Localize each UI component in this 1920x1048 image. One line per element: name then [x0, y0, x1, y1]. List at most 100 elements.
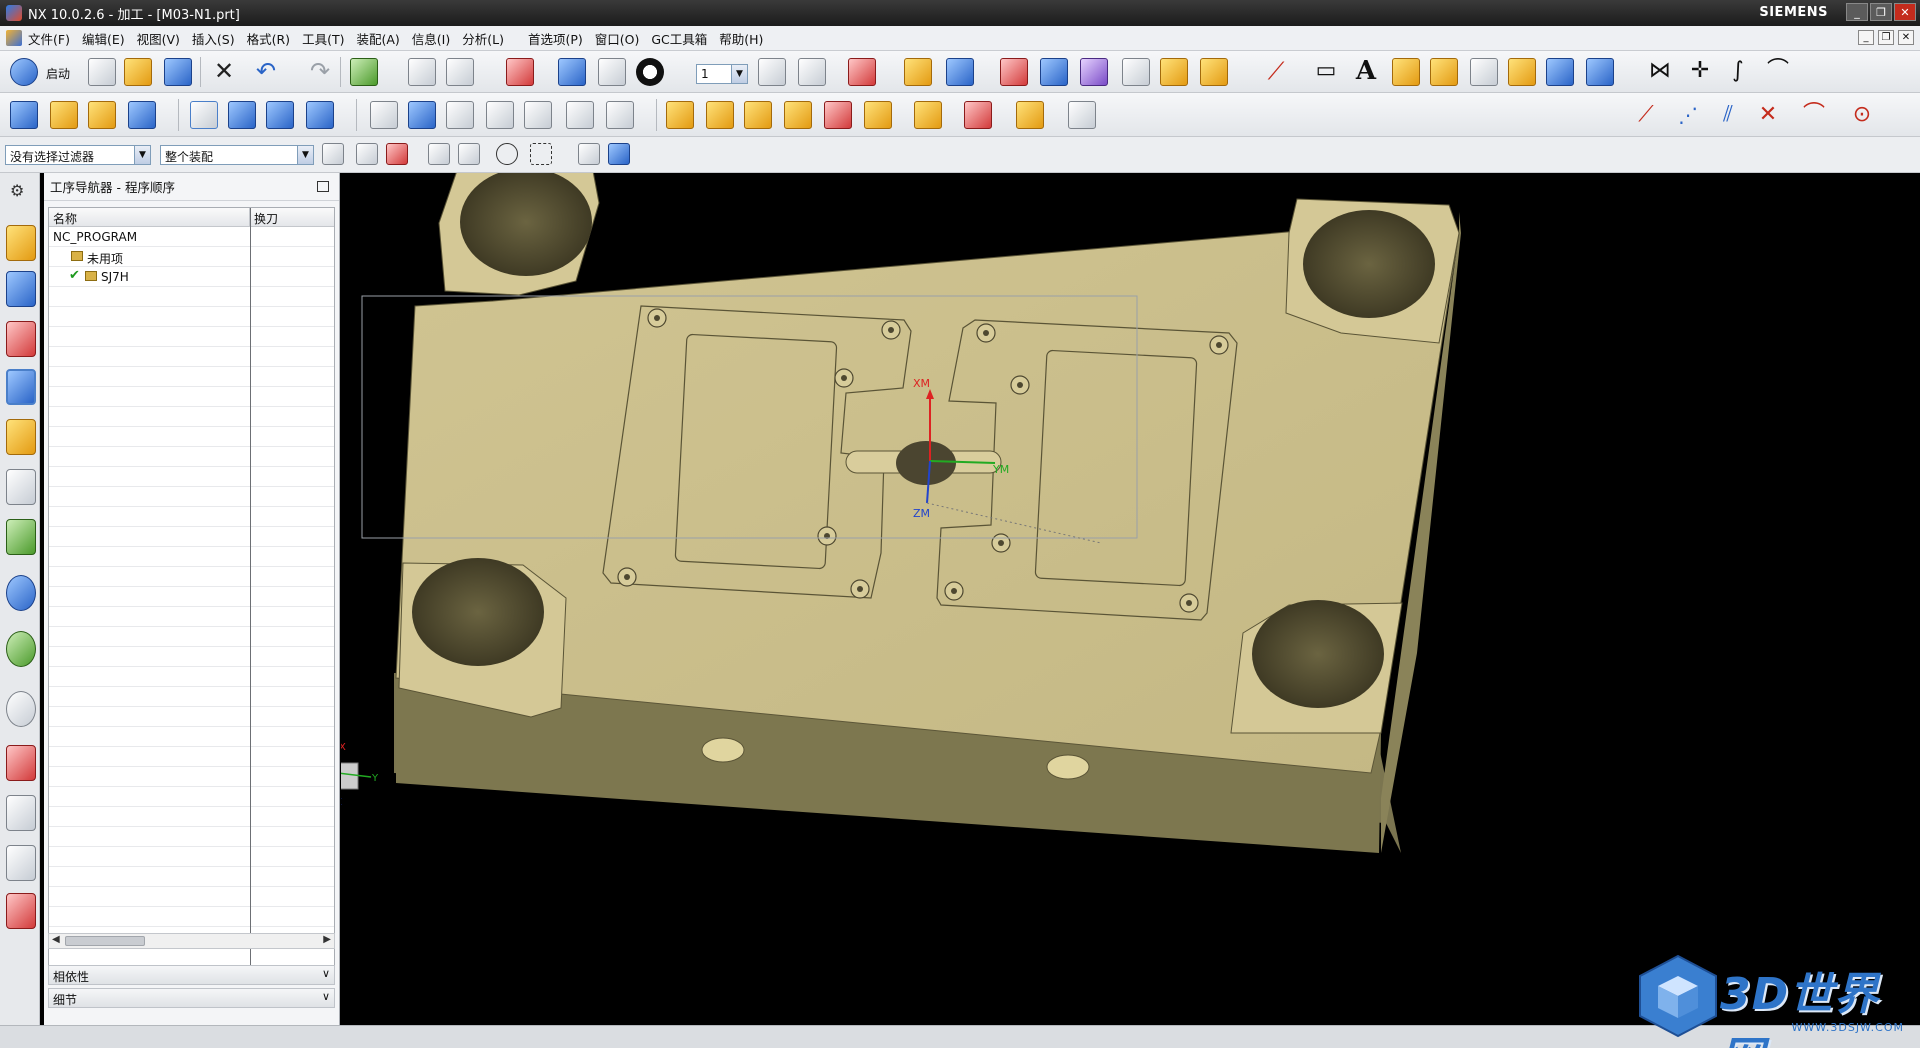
- snap-point-icon[interactable]: [496, 143, 518, 165]
- start-button-label[interactable]: 启动: [46, 65, 70, 82]
- menu-analysis[interactable]: 分析(L): [462, 29, 504, 48]
- chevron-down-icon[interactable]: ▼: [297, 146, 313, 164]
- graphics-window[interactable]: XM YM ZM X Y Z: [341, 173, 1920, 1025]
- toolpath-edit-icon[interactable]: [914, 101, 942, 129]
- save-icon[interactable]: [164, 58, 192, 86]
- new-file-icon[interactable]: [88, 58, 116, 86]
- menu-logo-icon[interactable]: [6, 30, 22, 46]
- chevron-down-icon[interactable]: ▼: [134, 146, 150, 164]
- menu-info[interactable]: 信息(I): [412, 29, 450, 48]
- resource-tool-navigator-icon[interactable]: [6, 225, 36, 261]
- doc-restore-button[interactable]: ❐: [1878, 30, 1894, 45]
- column-tool-change[interactable]: 换刀: [250, 208, 282, 226]
- transform-icon[interactable]: [408, 58, 436, 86]
- undo-icon[interactable]: ↶: [252, 58, 280, 86]
- verify-toolpath-icon[interactable]: [1080, 58, 1108, 86]
- tree-row-unused-items[interactable]: 未用项: [49, 247, 334, 267]
- part-model[interactable]: XM YM ZM X Y Z: [341, 173, 1920, 1025]
- create-tool-icon[interactable]: [50, 101, 78, 129]
- wcs-icon[interactable]: [848, 58, 876, 86]
- offset-curve-icon[interactable]: [1430, 58, 1458, 86]
- resource-web-browser-icon[interactable]: [6, 631, 36, 667]
- resource-reuse-library-icon[interactable]: [6, 519, 36, 555]
- shop-doc-icon[interactable]: [1508, 58, 1536, 86]
- create-method-icon[interactable]: [128, 101, 156, 129]
- select-features-icon[interactable]: [386, 143, 408, 165]
- rename-icon[interactable]: [524, 101, 552, 129]
- menu-window[interactable]: 窗口(O): [595, 29, 640, 48]
- copy-icon[interactable]: [446, 58, 474, 86]
- simulate-icon[interactable]: [784, 101, 812, 129]
- point-icon[interactable]: ⋰: [1674, 101, 1702, 129]
- resource-part-navigator-icon[interactable]: [6, 469, 36, 505]
- gear-icon[interactable]: ⚙: [10, 181, 24, 200]
- fit-view-icon[interactable]: [506, 58, 534, 86]
- resource-feature-navigator-icon[interactable]: [6, 419, 36, 455]
- resource-machine-tool-icon[interactable]: [6, 321, 36, 357]
- delete-toolpath-icon[interactable]: [824, 101, 852, 129]
- wireframe-view-icon[interactable]: [598, 58, 626, 86]
- type-filter-select[interactable]: 没有选择过滤器 ▼: [5, 145, 151, 165]
- edit-object-icon[interactable]: [904, 58, 932, 86]
- resource-process-studio-icon[interactable]: [6, 795, 36, 831]
- section-details[interactable]: 细节 ∨: [48, 988, 335, 1008]
- generate-toolpath-icon[interactable]: [1000, 58, 1028, 86]
- doc-close-button[interactable]: ✕: [1898, 30, 1914, 45]
- scroll-left-icon[interactable]: ◀: [52, 934, 60, 945]
- show-hide-icon[interactable]: [578, 143, 600, 165]
- maximize-panel-icon[interactable]: [317, 181, 329, 192]
- resource-system-scenes-icon[interactable]: [6, 893, 36, 929]
- machining-method-view-icon[interactable]: [306, 101, 334, 129]
- info-object-icon[interactable]: [1122, 58, 1150, 86]
- line-icon[interactable]: ⟋: [1262, 58, 1290, 86]
- restore-button[interactable]: ❐: [1870, 3, 1892, 21]
- box-select-icon[interactable]: [530, 143, 552, 165]
- extract-curve-icon[interactable]: [1392, 58, 1420, 86]
- dashed-line-icon[interactable]: ⫽: [1714, 101, 1742, 129]
- menu-edit[interactable]: 编辑(E): [82, 29, 125, 48]
- trim-curve-icon[interactable]: ⋈: [1646, 58, 1674, 86]
- cross-line-icon[interactable]: ✕: [1754, 101, 1782, 129]
- layer-select[interactable]: 1 ▼: [696, 64, 748, 84]
- select-all-icon[interactable]: [356, 143, 378, 165]
- create-operation-icon[interactable]: [946, 58, 974, 86]
- tree-row-nc-program[interactable]: NC_PROGRAM: [49, 227, 334, 247]
- layer-settings-icon[interactable]: [758, 58, 786, 86]
- menu-help[interactable]: 帮助(H): [719, 29, 763, 48]
- lock-toolpath-icon[interactable]: [864, 101, 892, 129]
- chevron-down-icon[interactable]: ▼: [731, 65, 747, 83]
- circle-icon[interactable]: ⊙: [1848, 101, 1876, 129]
- arc-icon[interactable]: ⌒: [1800, 101, 1828, 129]
- chevron-down-icon[interactable]: ∨: [322, 967, 330, 980]
- rectangle-icon[interactable]: ▭: [1312, 58, 1340, 86]
- divide-curve-icon[interactable]: ✛: [1686, 58, 1714, 86]
- resource-machine-navigator-icon[interactable]: [6, 271, 36, 307]
- navigator-hscrollbar[interactable]: ◀ ▶: [48, 933, 335, 949]
- select-filter-icon[interactable]: [322, 143, 344, 165]
- create-program-icon[interactable]: [10, 101, 38, 129]
- render-style-icon[interactable]: [636, 58, 664, 86]
- shaded-view-icon[interactable]: [558, 58, 586, 86]
- delete-icon[interactable]: ✕: [210, 58, 238, 86]
- text-icon[interactable]: A: [1352, 56, 1380, 86]
- cut-icon[interactable]: [370, 101, 398, 129]
- project-curve-icon[interactable]: [1470, 58, 1498, 86]
- chevron-down-icon[interactable]: ∨: [322, 990, 330, 1003]
- select-body-icon[interactable]: [458, 143, 480, 165]
- select-component-icon[interactable]: [428, 143, 450, 165]
- program-order-view-icon[interactable]: [190, 101, 218, 129]
- resource-roles-icon[interactable]: [6, 845, 36, 881]
- line-basic-icon[interactable]: ⟋: [1632, 101, 1660, 129]
- section-dependencies[interactable]: 相依性 ∨: [48, 965, 335, 985]
- open-folder-icon[interactable]: [124, 58, 152, 86]
- close-button[interactable]: ✕: [1894, 3, 1916, 21]
- resource-history-icon[interactable]: [6, 691, 36, 727]
- generate-icon[interactable]: [666, 101, 694, 129]
- assembly-scope-select[interactable]: 整个装配 ▼: [160, 145, 314, 165]
- edit-op-icon[interactable]: [566, 101, 594, 129]
- gouge-check-icon[interactable]: [964, 101, 992, 129]
- minimize-button[interactable]: _: [1846, 3, 1868, 21]
- update-icon[interactable]: [350, 58, 378, 86]
- resource-info-icon[interactable]: [6, 575, 36, 611]
- menu-gc-toolbox[interactable]: GC工具箱: [651, 29, 707, 48]
